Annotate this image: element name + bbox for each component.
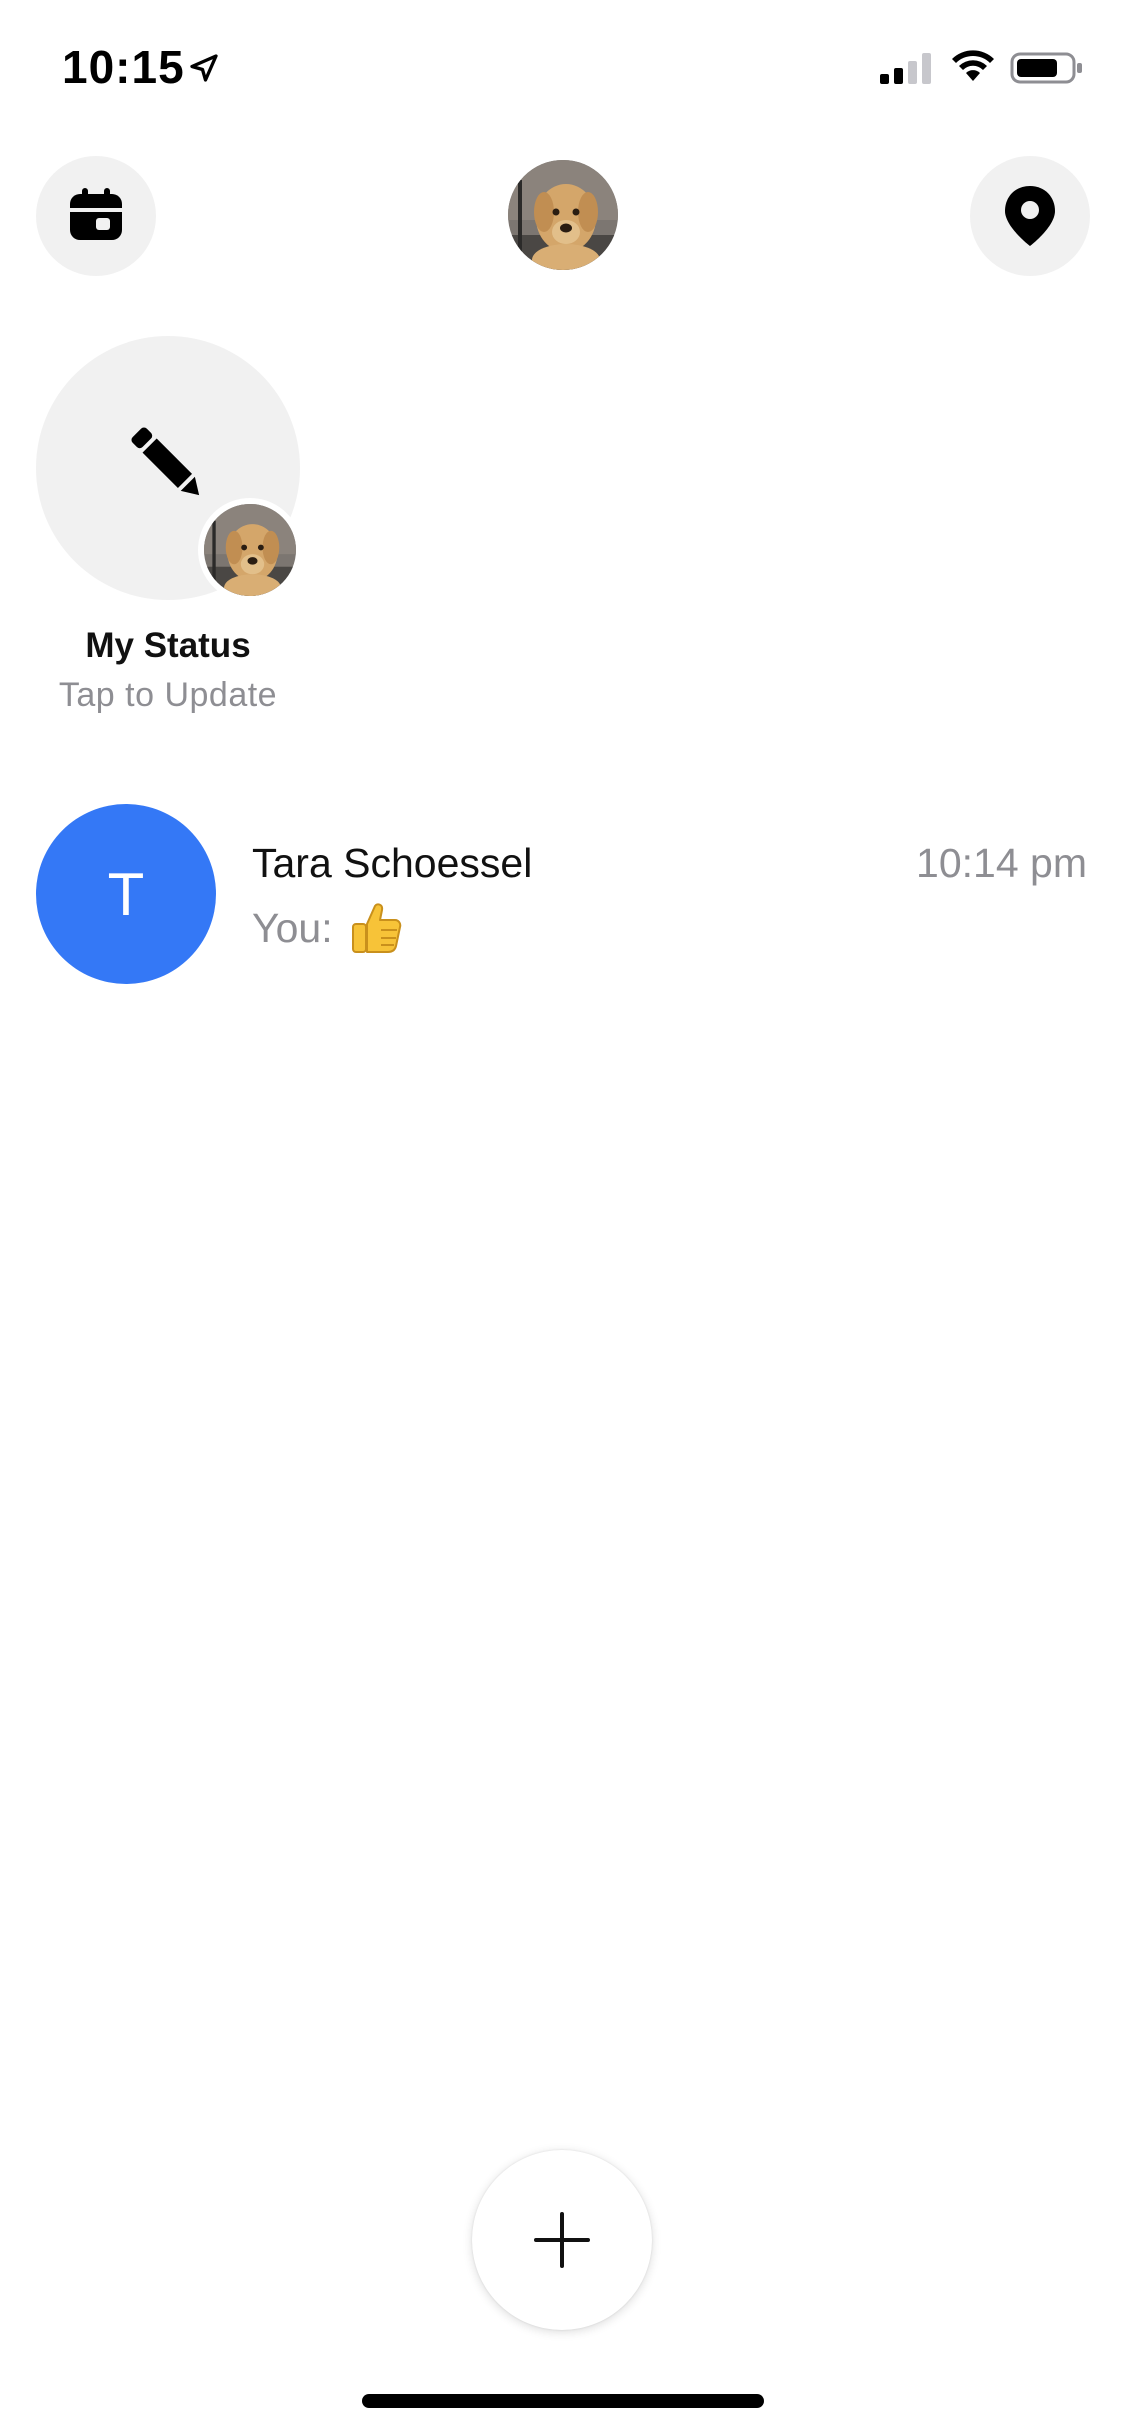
location-arrow-icon bbox=[190, 54, 218, 82]
signal-icon bbox=[880, 53, 931, 84]
plus-icon bbox=[534, 2212, 590, 2268]
message-preview-prefix: You: bbox=[252, 904, 333, 951]
map-pin-icon bbox=[1005, 186, 1055, 246]
new-message-button[interactable] bbox=[472, 2150, 652, 2330]
my-status-title: My Status bbox=[85, 626, 251, 665]
contact-avatar: T bbox=[36, 804, 216, 984]
dog-photo-small bbox=[204, 504, 296, 596]
wifi-icon bbox=[952, 50, 994, 81]
status-bar: 10:15 bbox=[0, 0, 1125, 140]
status-time: 10:15 bbox=[62, 41, 185, 93]
profile-avatar[interactable] bbox=[508, 160, 618, 270]
thumbs-up-icon bbox=[351, 903, 401, 953]
message-time: 10:14 pm bbox=[916, 840, 1087, 886]
my-status-subtitle[interactable]: Tap to Update bbox=[0, 676, 336, 715]
battery-icon bbox=[1010, 52, 1082, 84]
pencil-icon bbox=[131, 427, 200, 496]
home-indicator[interactable] bbox=[362, 2394, 764, 2408]
status-avatar bbox=[198, 498, 302, 602]
calendar-icon bbox=[70, 188, 122, 240]
calendar-button[interactable] bbox=[36, 156, 156, 276]
dog-photo bbox=[508, 160, 618, 270]
conversation-row[interactable]: T Tara Schoessel 10:14 pm You: bbox=[0, 790, 1125, 990]
message-preview: You: bbox=[252, 900, 403, 956]
map-button[interactable] bbox=[970, 156, 1090, 276]
contact-name: Tara Schoessel bbox=[252, 840, 533, 886]
